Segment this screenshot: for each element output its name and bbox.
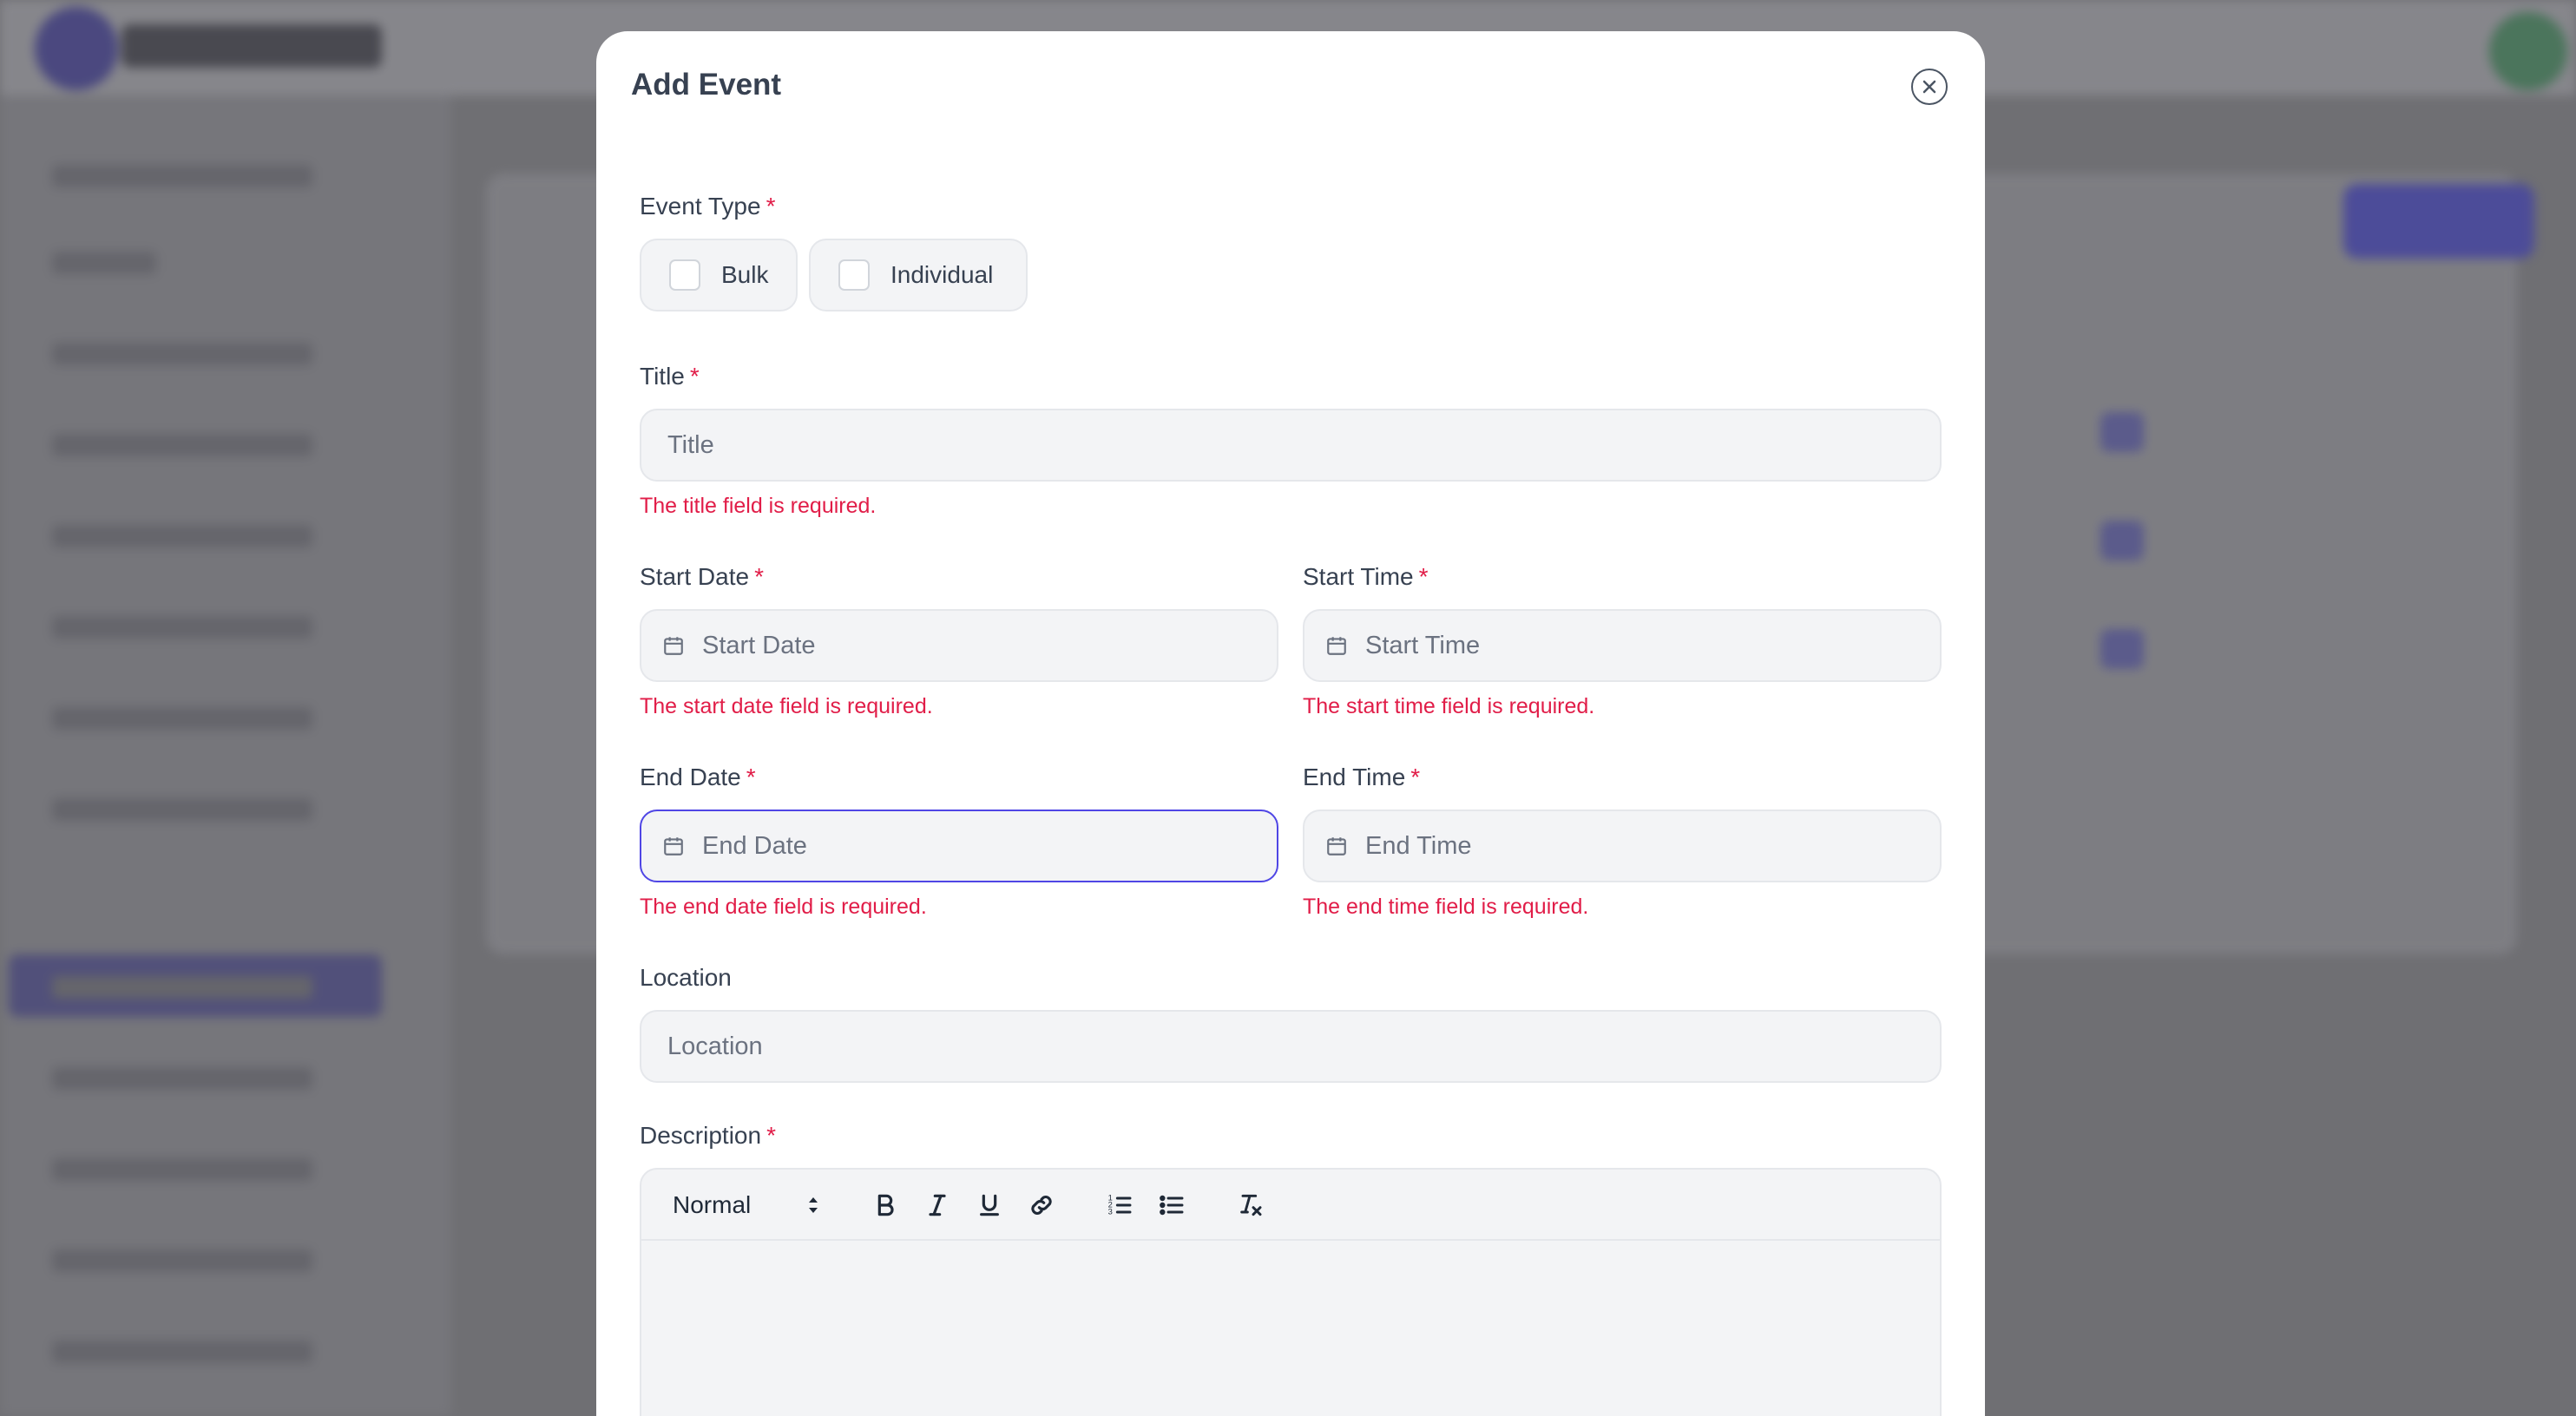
required-mark: * bbox=[766, 193, 776, 220]
link-button[interactable] bbox=[1023, 1187, 1060, 1223]
title-input[interactable] bbox=[667, 410, 1940, 480]
title-label-text: Title bbox=[640, 363, 685, 390]
title-error: The title field is required. bbox=[640, 494, 877, 518]
clear-format-icon bbox=[1240, 1194, 1262, 1216]
end-date-input[interactable] bbox=[702, 811, 1277, 881]
bullet-list-button[interactable] bbox=[1153, 1187, 1190, 1223]
calendar-icon bbox=[664, 637, 683, 655]
end-time-label: End Time * bbox=[1303, 764, 1420, 791]
individual-checkbox[interactable] bbox=[838, 259, 870, 291]
bg-sidebar-item bbox=[52, 616, 312, 639]
bold-icon bbox=[877, 1194, 894, 1216]
event-type-label-text: Event Type bbox=[640, 193, 761, 220]
format-select[interactable]: Normal bbox=[673, 1187, 820, 1223]
bg-sidebar-item bbox=[52, 1341, 312, 1363]
editor-toolbar: Normal 123 bbox=[641, 1170, 1940, 1241]
event-type-bulk-option[interactable]: Bulk bbox=[640, 239, 798, 311]
end-date-field[interactable] bbox=[640, 810, 1278, 882]
start-time-error: The start time field is required. bbox=[1303, 694, 1595, 718]
start-time-input[interactable] bbox=[1365, 611, 1940, 680]
close-icon bbox=[1922, 80, 1936, 94]
required-mark: * bbox=[766, 1122, 776, 1149]
bg-sidebar-item bbox=[52, 252, 156, 274]
bg-logo-text bbox=[122, 24, 382, 68]
end-time-error: The end time field is required. bbox=[1303, 895, 1589, 919]
start-date-label-text: Start Date bbox=[640, 563, 750, 590]
location-input[interactable] bbox=[667, 1012, 1940, 1081]
bulk-checkbox[interactable] bbox=[669, 259, 700, 291]
calendar-icon bbox=[1327, 837, 1346, 856]
ordered-list-icon: 123 bbox=[1108, 1194, 1132, 1216]
title-field[interactable] bbox=[640, 409, 1942, 482]
start-time-label: Start Time * bbox=[1303, 563, 1429, 591]
start-date-input[interactable] bbox=[702, 611, 1277, 680]
bg-chip bbox=[2100, 412, 2144, 452]
end-date-label: End Date * bbox=[640, 764, 756, 791]
start-date-field[interactable] bbox=[640, 609, 1278, 682]
bg-sidebar-item bbox=[52, 1249, 312, 1272]
clear-format-button[interactable] bbox=[1232, 1187, 1268, 1223]
location-field[interactable] bbox=[640, 1010, 1942, 1083]
bg-sidebar-item bbox=[52, 434, 312, 456]
bg-sidebar-item bbox=[52, 525, 312, 547]
calendar-icon bbox=[1327, 637, 1346, 655]
bold-button[interactable] bbox=[867, 1187, 904, 1223]
bg-primary-button bbox=[2343, 184, 2534, 259]
end-date-label-text: End Date bbox=[640, 764, 741, 790]
bg-logo bbox=[35, 7, 118, 90]
start-time-label-text: Start Time bbox=[1303, 563, 1414, 590]
bg-sidebar bbox=[0, 95, 451, 1416]
required-mark: * bbox=[746, 764, 756, 790]
description-editor: Normal 123 bbox=[640, 1168, 1942, 1416]
start-date-label: Start Date * bbox=[640, 563, 764, 591]
bg-chip bbox=[2100, 521, 2144, 560]
required-mark: * bbox=[689, 363, 700, 390]
start-date-error: The start date field is required. bbox=[640, 694, 933, 718]
link-icon bbox=[1031, 1195, 1052, 1216]
ordered-list-button[interactable]: 123 bbox=[1101, 1187, 1138, 1223]
bg-sidebar-item bbox=[52, 1067, 312, 1090]
start-time-field[interactable] bbox=[1303, 609, 1942, 682]
italic-button[interactable] bbox=[919, 1187, 956, 1223]
event-type-individual-option[interactable]: Individual bbox=[809, 239, 1028, 311]
bg-sidebar-item bbox=[52, 976, 312, 999]
description-label: Description * bbox=[640, 1122, 776, 1150]
end-time-label-text: End Time bbox=[1303, 764, 1406, 790]
close-button[interactable] bbox=[1911, 69, 1948, 105]
select-arrows-icon bbox=[809, 1197, 818, 1213]
end-date-error: The end date field is required. bbox=[640, 895, 927, 919]
editor-content-area[interactable] bbox=[641, 1241, 1940, 1416]
bg-sidebar-item bbox=[52, 343, 312, 365]
description-label-text: Description bbox=[640, 1122, 762, 1149]
underline-icon bbox=[980, 1194, 999, 1216]
bullet-list-icon bbox=[1160, 1195, 1184, 1216]
required-mark: * bbox=[1410, 764, 1421, 790]
svg-text:3: 3 bbox=[1108, 1208, 1113, 1216]
event-type-label: Event Type * bbox=[640, 193, 775, 220]
end-time-field[interactable] bbox=[1303, 810, 1942, 882]
required-mark: * bbox=[1418, 563, 1429, 590]
bg-avatar bbox=[2489, 12, 2567, 90]
individual-label: Individual bbox=[890, 261, 994, 288]
required-mark: * bbox=[754, 563, 764, 590]
italic-icon bbox=[929, 1194, 946, 1216]
bg-sidebar-item bbox=[52, 707, 312, 730]
bulk-label: Bulk bbox=[721, 261, 769, 288]
end-time-input[interactable] bbox=[1365, 811, 1940, 881]
bg-sidebar-item bbox=[52, 165, 312, 187]
bg-sidebar-item bbox=[52, 1158, 312, 1181]
title-label: Title * bbox=[640, 363, 700, 390]
add-event-modal: Add Event Event Type * Bulk Individual Ti… bbox=[596, 31, 1985, 1416]
location-label: Location bbox=[640, 964, 732, 991]
format-select-value: Normal bbox=[673, 1191, 752, 1218]
underline-button[interactable] bbox=[971, 1187, 1008, 1223]
calendar-icon bbox=[664, 837, 683, 856]
modal-title: Add Event bbox=[631, 68, 782, 102]
bg-chip bbox=[2100, 629, 2144, 669]
bg-sidebar-item bbox=[52, 798, 312, 821]
